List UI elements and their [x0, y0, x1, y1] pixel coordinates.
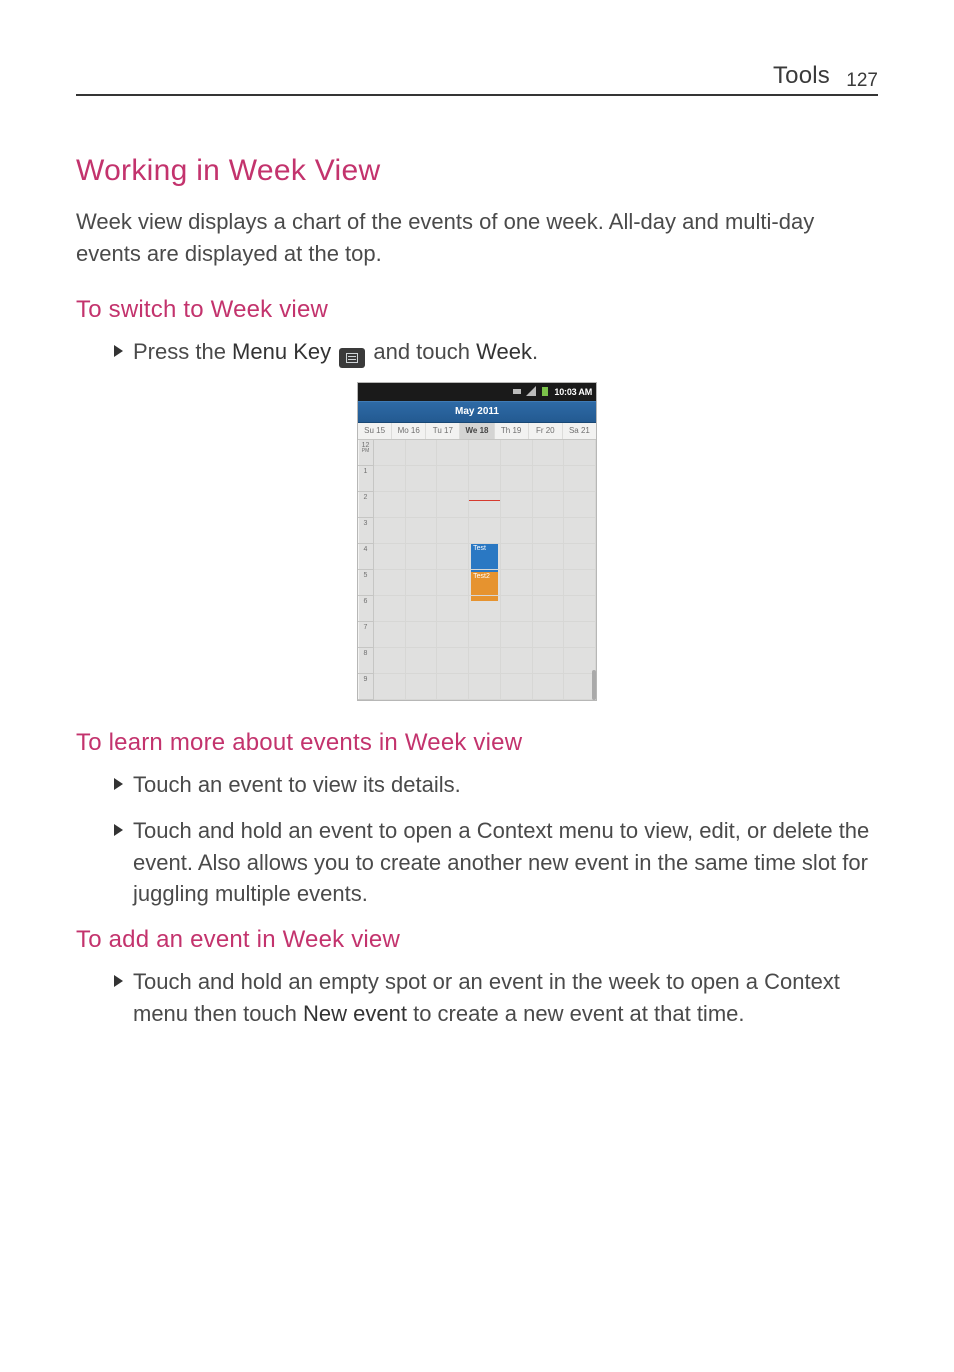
week-grid-cells[interactable]: Test Test2 — [374, 440, 596, 700]
new-event-label: New event — [303, 1001, 407, 1026]
week-grid[interactable]: 12PM 1 2 3 4 5 6 7 8 9 — [358, 440, 596, 700]
hour-label: 9 — [358, 674, 374, 700]
calendar-title-bar: May 2011 — [358, 401, 596, 423]
step-pre: Press the — [133, 339, 232, 364]
step-post: . — [532, 339, 538, 364]
status-bar: 10:03 AM — [358, 383, 596, 401]
bullet-arrow-icon — [114, 344, 123, 362]
section-label: Tools — [773, 62, 830, 90]
add-event-post: to create a new event at that time. — [407, 1001, 745, 1026]
status-notification-icon — [512, 383, 522, 401]
event-block[interactable]: Test — [471, 544, 498, 573]
status-time: 10:03 AM — [554, 387, 592, 397]
hour-column: 12PM 1 2 3 4 5 6 7 8 9 — [358, 440, 374, 700]
day-header[interactable]: Su 15 — [358, 423, 392, 439]
hour-label: 7 — [358, 622, 374, 648]
bullet-arrow-icon — [114, 823, 123, 841]
hour-label: 4 — [358, 544, 374, 570]
hour-label: 6 — [358, 596, 374, 622]
bullet-text: Touch and hold an empty spot or an event… — [133, 966, 878, 1030]
bullet-touch-event: Touch an event to view its details. — [76, 769, 878, 801]
day-header[interactable]: Tu 17 — [426, 423, 460, 439]
bullet-arrow-icon — [114, 777, 123, 795]
battery-icon — [540, 383, 550, 401]
heading-switch-week: To switch to Week view — [76, 296, 878, 324]
step-mid: and touch — [373, 339, 476, 364]
hour-label: 5 — [358, 570, 374, 596]
step-switch-week: Press the Menu Key and touch Week. — [76, 336, 878, 368]
hour-label: 1 — [358, 466, 374, 492]
bullet-add-event: Touch and hold an empty spot or an event… — [76, 966, 878, 1030]
menu-target-week: Week — [476, 339, 532, 364]
page-header: Tools 127 — [76, 56, 878, 96]
day-header[interactable]: Sa 21 — [563, 423, 596, 439]
bullet-arrow-icon — [114, 974, 123, 992]
hour-label: 3 — [358, 518, 374, 544]
day-header[interactable]: Th 19 — [495, 423, 529, 439]
bullet-text: Touch and hold an event to open a Contex… — [133, 815, 878, 911]
heading-add-event: To add an event in Week view — [76, 926, 878, 954]
hour-label: 8 — [358, 648, 374, 674]
day-header-row: Su 15 Mo 16 Tu 17 We 18 Th 19 Fr 20 Sa 2… — [358, 423, 596, 440]
intro-paragraph: Week view displays a chart of the events… — [76, 206, 878, 270]
hour-label: 2 — [358, 492, 374, 518]
current-time-indicator — [469, 500, 500, 501]
bullet-text: Touch an event to view its details. — [133, 769, 461, 801]
hour-label: 12PM — [358, 440, 374, 466]
heading-working-week: Working in Week View — [76, 154, 878, 188]
step-text: Press the Menu Key and touch Week. — [133, 336, 538, 368]
day-header[interactable]: Fr 20 — [529, 423, 563, 439]
bullet-context-menu: Touch and hold an event to open a Contex… — [76, 815, 878, 911]
signal-icon — [526, 383, 536, 401]
menu-key-label: Menu Key — [232, 339, 331, 364]
scrollbar[interactable] — [592, 670, 596, 700]
heading-learn-more: To learn more about events in Week view — [76, 729, 878, 757]
event-block[interactable]: Test2 — [471, 572, 498, 601]
day-header-today[interactable]: We 18 — [460, 423, 494, 439]
menu-key-icon — [339, 348, 365, 368]
calendar-week-screenshot: 10:03 AM May 2011 Su 15 Mo 16 Tu 17 We 1… — [357, 382, 597, 701]
page-number: 127 — [846, 70, 878, 92]
screenshot-container: 10:03 AM May 2011 Su 15 Mo 16 Tu 17 We 1… — [76, 382, 878, 701]
day-header[interactable]: Mo 16 — [392, 423, 426, 439]
